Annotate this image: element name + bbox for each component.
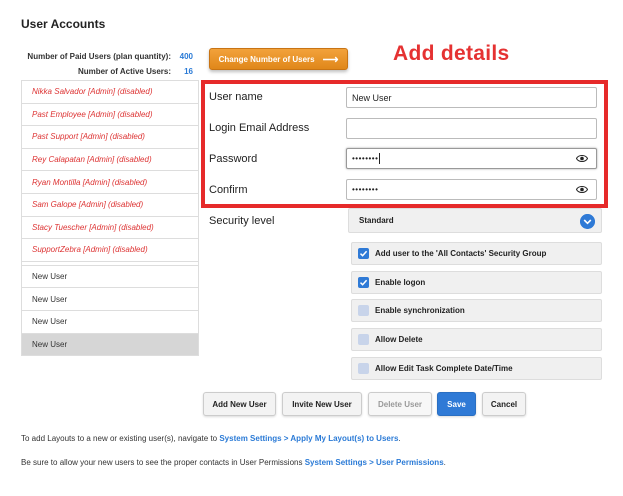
checkbox-unchecked[interactable] [358,334,369,345]
eye-icon[interactable] [576,154,588,163]
security-level-select[interactable]: Standard [348,208,602,233]
arrow-right-icon: ⟶ [322,53,339,66]
text-caret [379,153,381,164]
annotation-text: Add details [393,42,510,65]
username-label: User name [209,91,263,103]
list-item[interactable]: Past Employee [Admin] (disabled) [21,103,199,127]
username-value: New User [352,92,392,103]
list-item[interactable]: Rey Calapatan [Admin] (disabled) [21,148,199,172]
delete-user-button[interactable]: Delete User [368,392,432,416]
confirm-value: •••••••• [352,185,379,194]
check-label: Allow Edit Task Complete Date/Time [375,364,513,373]
apply-layouts-link[interactable]: System Settings > Apply My Layout(s) to … [219,434,398,443]
permissions-note-end: . [443,458,446,467]
change-number-label: Change Number of Users [218,54,315,64]
check-label: Allow Delete [375,335,423,344]
paid-users-value: 400 [179,52,193,61]
list-item[interactable]: Ryan Montilla [Admin] (disabled) [21,171,199,194]
list-item[interactable]: New User [21,288,199,311]
check-icon [359,279,368,286]
eye-icon[interactable] [576,185,588,194]
chevron-down-icon [580,214,595,229]
list-item-selected[interactable]: New User [21,333,199,357]
checkbox-checked[interactable] [358,277,369,288]
check-label: Enable logon [375,278,426,287]
check-allow-delete[interactable]: Allow Delete [351,328,602,351]
permissions-note-text: Be sure to allow your new users to see t… [21,458,305,467]
layouts-note: To add Layouts to a new or existing user… [21,434,401,443]
email-label: Login Email Address [209,122,310,134]
list-item[interactable]: Stacy Tuescher [Admin] (disabled) [21,216,199,240]
list-item[interactable]: New User [21,265,199,289]
list-item[interactable]: Sam Galope [Admin] (disabled) [21,193,199,217]
user-list: Nikka Salvador [Admin] (disabled) Past E… [21,80,199,357]
list-item[interactable]: Past Support [Admin] (disabled) [21,126,199,149]
checkbox-unchecked[interactable] [358,363,369,374]
list-item[interactable]: Nikka Salvador [Admin] (disabled) [21,81,199,104]
page-title: User Accounts [21,17,106,31]
check-icon [359,250,368,257]
user-stats: Number of Paid Users (plan quantity): 40… [21,49,193,79]
checkbox-checked[interactable] [358,248,369,259]
check-allow-edit-task[interactable]: Allow Edit Task Complete Date/Time [351,357,602,380]
check-enable-logon[interactable]: Enable logon [351,271,602,294]
save-button[interactable]: Save [437,392,476,416]
confirm-label: Confirm [209,184,248,196]
change-number-of-users-button[interactable]: Change Number of Users ⟶ [209,48,348,70]
permissions-note: Be sure to allow your new users to see t… [21,458,446,467]
layouts-note-text: To add Layouts to a new or existing user… [21,434,220,443]
checkbox-unchecked[interactable] [358,305,369,316]
active-users-label: Number of Active Users: [77,67,171,76]
invite-new-user-button[interactable]: Invite New User [282,392,362,416]
check-enable-sync[interactable]: Enable synchronization [351,299,602,322]
check-all-contacts[interactable]: Add user to the 'All Contacts' Security … [351,242,602,265]
active-users-value: 16 [184,67,193,76]
password-value: •••••••• [352,154,379,163]
check-label: Add user to the 'All Contacts' Security … [375,249,547,258]
list-item[interactable]: New User [21,310,199,334]
add-new-user-button[interactable]: Add New User [203,392,276,416]
list-item[interactable]: SupportZebra [Admin] (disabled) [21,239,199,262]
user-permissions-link[interactable]: System Settings > User Permissions [305,458,444,467]
security-level-label: Security level [209,215,275,227]
cancel-button[interactable]: Cancel [482,392,526,416]
check-label: Enable synchronization [375,306,465,315]
email-input[interactable] [346,118,597,139]
security-level-value: Standard [359,216,394,225]
confirm-input[interactable]: •••••••• [346,179,597,200]
username-input[interactable]: New User [346,87,597,108]
paid-users-label: Number of Paid Users (plan quantity): [27,52,171,61]
password-input[interactable]: •••••••• [346,148,597,169]
layouts-note-end: . [398,434,401,443]
password-label: Password [209,153,258,165]
